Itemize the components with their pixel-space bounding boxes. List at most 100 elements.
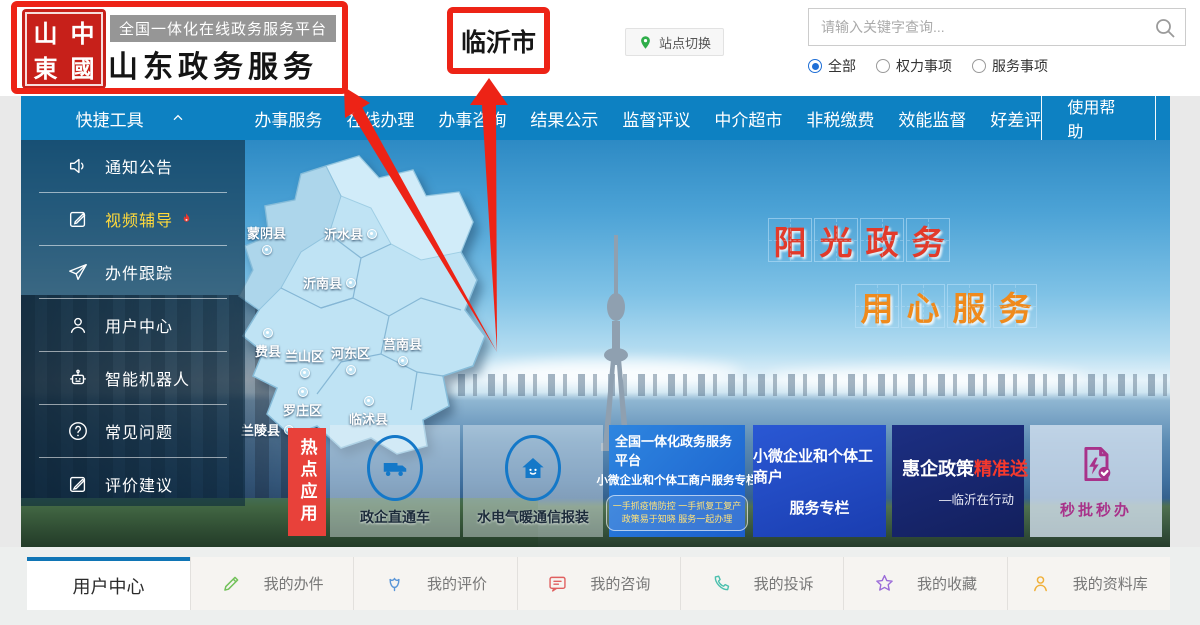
- nav-item-haochaping[interactable]: 好差评: [990, 106, 1041, 131]
- city-skyline: [457, 374, 1170, 397]
- tab-my-favorites[interactable]: 我的收藏: [843, 557, 1006, 610]
- question-circle-icon: [67, 420, 89, 442]
- slogan-char: 服: [947, 284, 991, 328]
- nav-item-zixun[interactable]: 办事咨询: [438, 106, 506, 131]
- sidebar-item-robot[interactable]: 智能机器人: [39, 352, 227, 405]
- nav-list: 办事服务 在线办理 办事咨询 结果公示 监督评议 中介超市 非税缴费 效能监督 …: [240, 106, 1041, 131]
- tab-user-center[interactable]: 用户中心: [27, 557, 190, 610]
- card-gov-enterprise-express[interactable]: 政企直通车: [330, 425, 460, 537]
- sidebar-item-notices[interactable]: 通知公告: [39, 140, 227, 193]
- tab-my-library[interactable]: 我的资料库: [1006, 557, 1170, 610]
- nav-item-zhongjie[interactable]: 中介超市: [714, 106, 782, 131]
- card-line2: 服务专栏: [789, 499, 850, 517]
- card-national-platform-column[interactable]: 全国一体化政务服务平台 小微企业和个体工商户服务专栏 一手抓疫情防控 一手抓复工…: [597, 425, 758, 537]
- district-label[interactable]: 沂南县: [303, 273, 357, 292]
- card-utilities-install[interactable]: 水电气暖通信报装: [463, 425, 603, 537]
- tab-label: 我的办件: [263, 576, 324, 593]
- speaker-icon: [67, 155, 89, 177]
- current-city-label: 临沂市: [460, 28, 536, 57]
- seal-char: 山: [33, 19, 58, 48]
- sidebar-item-label: 视频辅导: [105, 213, 174, 230]
- slogan-char: 政: [860, 218, 904, 262]
- tab-label: 我的咨询: [590, 576, 651, 593]
- sidebar-item-label: 办件跟踪: [105, 266, 174, 283]
- district-label[interactable]: 河东区: [331, 343, 370, 375]
- site-title: 山东政务服务: [108, 51, 318, 84]
- district-label[interactable]: 沂水县: [324, 224, 378, 243]
- pencil-icon: [223, 576, 239, 591]
- site-switch-label: 站点切换: [659, 35, 712, 51]
- seal-characters: 山 中 東 國: [25, 12, 103, 86]
- district-name: 河东区: [331, 346, 371, 361]
- shandong-seal-logo: 山 中 東 國: [22, 9, 106, 89]
- tab-label: 我的投诉: [753, 576, 814, 593]
- quick-tools-toggle[interactable]: 快捷工具: [21, 106, 240, 131]
- district-label[interactable]: 罗庄区: [283, 387, 322, 419]
- district-label[interactable]: 莒南县: [383, 334, 422, 366]
- nav-item-banshi[interactable]: 办事服务: [254, 106, 322, 131]
- header: 山 中 東 國 全国一体化在线政务服务平台 山东政务服务 临沂市 站点切换 请输…: [0, 0, 1200, 96]
- slogan-line1: 阳 光 政 务: [768, 218, 950, 262]
- paper-plane-icon: [67, 261, 89, 283]
- filter-power-items[interactable]: 权力事项: [876, 56, 952, 76]
- flower-icon: [389, 577, 400, 592]
- hot-apps-tab[interactable]: 热点应用: [288, 428, 326, 536]
- card-small-business-column[interactable]: 小微企业和个体工商户 服务专栏: [753, 425, 886, 537]
- sidebar-item-video-guide[interactable]: 视频辅导: [39, 193, 227, 246]
- tab-label: 我的资料库: [1072, 576, 1148, 593]
- help-button[interactable]: 使用帮助: [1041, 88, 1156, 148]
- nav-item-jieguo[interactable]: 结果公示: [530, 106, 598, 131]
- map-marker-icon: [363, 396, 374, 406]
- sidebar-item-case-tracking[interactable]: 办件跟踪: [39, 246, 227, 299]
- district-label[interactable]: 兰陵县: [241, 420, 295, 439]
- sidebar-item-faq[interactable]: 常见问题: [39, 405, 227, 458]
- map-marker-icon: [397, 356, 408, 366]
- slogan-char: 用: [855, 284, 899, 328]
- nav-item-xiaoneng[interactable]: 效能监督: [898, 106, 966, 131]
- chevron-up-icon: [173, 114, 183, 121]
- tab-my-inquiries[interactable]: 我的咨询: [516, 557, 680, 610]
- map-marker-icon: [367, 228, 378, 239]
- card-instant-approval[interactable]: 秒批秒办: [1030, 425, 1162, 537]
- card-subtext: 政策易于知晓 服务一起办理: [621, 514, 733, 524]
- seal-char: 東: [33, 54, 58, 83]
- slogan-char: 光: [814, 218, 858, 262]
- district-label[interactable]: 费县: [255, 328, 281, 360]
- district-label[interactable]: 蒙阴县: [247, 223, 286, 255]
- nav-item-jiandu[interactable]: 监督评议: [622, 106, 690, 131]
- site-switch-button[interactable]: 站点切换: [625, 28, 725, 56]
- card-line2: 小微企业和个体工商户服务专栏: [596, 475, 758, 487]
- tab-my-reviews[interactable]: 我的评价: [353, 557, 516, 610]
- district-name: 沂南县: [303, 276, 343, 291]
- district-name: 蒙阴县: [247, 226, 287, 241]
- district-label[interactable]: 临沭县: [349, 396, 388, 428]
- card-subtitle: —临沂在行动: [938, 492, 1014, 507]
- district-name: 沂水县: [324, 227, 364, 242]
- search-filters: 全部 权力事项 服务事项: [808, 56, 1048, 76]
- district-label[interactable]: 兰山区: [285, 346, 324, 378]
- district-name: 兰陵县: [241, 423, 281, 438]
- search-icon[interactable]: [1153, 16, 1177, 45]
- slogan-line2: 用 心 服 务: [855, 284, 1037, 328]
- search-input[interactable]: [809, 9, 1185, 45]
- search-box: [808, 8, 1186, 46]
- house-icon: [505, 435, 561, 501]
- card-label: 秒批秒办: [1059, 502, 1132, 519]
- tab-my-complaints[interactable]: 我的投诉: [679, 557, 843, 610]
- truck-icon: [367, 435, 423, 501]
- nav-item-zaixian[interactable]: 在线办理: [346, 106, 414, 131]
- hot-flame-icon: [179, 212, 194, 227]
- filter-service-items[interactable]: 服务事项: [972, 56, 1048, 76]
- hero-banner: 蒙阴县 沂水县 沂南县 费县 兰山区 河东区 莒南县 罗庄区 临沭县 兰陵县 通…: [21, 140, 1170, 547]
- tab-my-cases[interactable]: 我的办件: [190, 557, 353, 610]
- filter-all[interactable]: 全部: [808, 56, 856, 76]
- sidebar-item-label: 常见问题: [105, 425, 174, 442]
- quick-tools-label: 快捷工具: [75, 110, 144, 130]
- sidebar-item-user-center[interactable]: 用户中心: [39, 299, 227, 352]
- nav-item-feishui[interactable]: 非税缴费: [806, 106, 874, 131]
- card-subtext: 一手抓疫情防控 一手抓复工复产: [612, 501, 742, 511]
- card-label: 政企直通车: [360, 509, 430, 525]
- card-enterprise-policy[interactable]: 惠企政策精准送 —临沂在行动: [892, 425, 1028, 537]
- slogan-char: 务: [993, 284, 1037, 328]
- sidebar-item-feedback[interactable]: 评价建议: [39, 458, 227, 510]
